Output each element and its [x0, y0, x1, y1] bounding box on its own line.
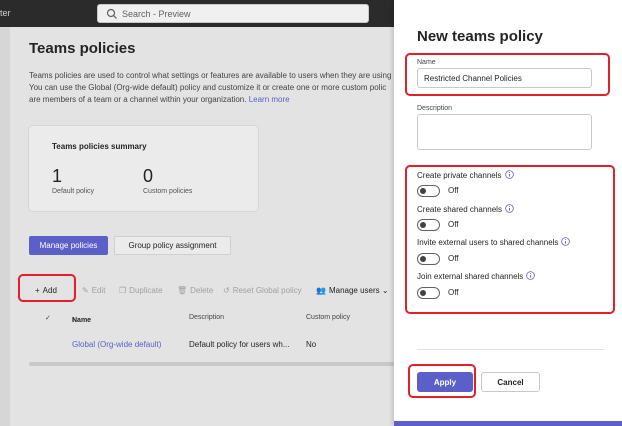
description-line: You can use the Global (Org-wide default… [29, 83, 387, 92]
sort-icon: ↑ [72, 317, 76, 324]
private-channels-label: Create private channels [417, 171, 502, 180]
toggle-knob [420, 188, 426, 194]
add-label: Add [42, 286, 57, 295]
edit-icon: ✎ [82, 286, 89, 295]
new-policy-panel: New teams policy Name Description Create… [394, 0, 622, 426]
tab-manage-policies[interactable]: Manage policies [29, 236, 108, 255]
toggle-state: Off [448, 254, 459, 263]
toggle-state: Off [448, 220, 459, 229]
info-icon[interactable] [526, 271, 536, 280]
toggle-knob [420, 290, 426, 296]
toggle-knob [420, 256, 426, 262]
table-header: ✓ Name ↑ Description Custom policy [29, 311, 394, 327]
teams-policies-page: Teams policies Teams policies are used t… [10, 27, 394, 426]
policy-custom-flag: No [306, 340, 317, 349]
add-icon: + [35, 286, 40, 295]
toggle-label-private-channels: Create private channels [417, 170, 514, 180]
summary-card: Teams policies summary 1 Default policy … [29, 126, 258, 211]
default-policy-label: Default policy [52, 188, 95, 195]
add-button[interactable]: + Add [35, 283, 57, 299]
shared-channels-label: Create shared channels [417, 205, 502, 214]
info-icon[interactable] [505, 204, 514, 213]
create-shared-channels-toggle[interactable] [417, 219, 440, 231]
table-row[interactable]: Global (Org-wide default) Default policy… [29, 336, 394, 356]
policy-description-field[interactable] [417, 114, 592, 150]
name-field-label: Name [417, 59, 436, 66]
learn-more-link[interactable]: Learn more [249, 95, 290, 104]
check-icon[interactable]: ✓ [45, 314, 51, 322]
duplicate-button[interactable]: ❐ Duplicate [119, 283, 163, 299]
footer-divider [417, 349, 604, 350]
edit-button[interactable]: ✎ Edit [82, 283, 106, 299]
description-text: are members of a team or a channel withi… [29, 95, 247, 104]
panel-footer-bar [394, 421, 622, 426]
manage-users-icon: 👥 [316, 286, 326, 295]
duplicate-label: Duplicate [129, 286, 163, 295]
app-name: ter [0, 8, 11, 18]
duplicate-icon: ❐ [119, 286, 127, 295]
reset-label: Reset Global policy [232, 286, 302, 295]
edit-label: Edit [91, 286, 106, 295]
default-policy-stat: 1 Default policy [52, 166, 94, 195]
search-placeholder: Search - Preview [122, 9, 191, 19]
invite-external-users-label: Invite external users to shared channels [417, 238, 559, 247]
toggle-knob [420, 222, 426, 228]
page-title: Teams policies [29, 40, 136, 57]
column-header-description: Description [189, 314, 225, 321]
reset-icon: ↺ [223, 286, 230, 295]
panel-title: New teams policy [417, 28, 543, 45]
column-header-custom-policy: Custom policy [306, 314, 350, 321]
description-field-label: Description [417, 105, 453, 112]
description-line: Teams policies are used to control what … [29, 71, 392, 80]
apply-button[interactable]: Apply [417, 372, 473, 392]
invite-external-users-toggle[interactable] [417, 253, 440, 265]
search-icon [106, 8, 117, 19]
default-policy-count: 1 [52, 166, 63, 186]
left-rail [0, 27, 10, 426]
policy-name-link[interactable]: Global (Org-wide default) [72, 340, 161, 349]
search-box[interactable]: Search - Preview [97, 4, 369, 23]
info-icon[interactable] [504, 170, 514, 179]
policy-toolbar: + Add ✎ Edit ❐ Duplicate 🗑 Delete ↺ Reset Glo… [29, 283, 394, 299]
toggle-state: Off [448, 186, 459, 195]
chevron-down-icon: ⌄ [381, 286, 389, 295]
delete-label: Delete [190, 286, 214, 295]
toggle-label-invite-external-users: Invite external users to shared channels [417, 237, 571, 247]
toggle-label-join-external-channels: Join external shared channels [417, 271, 536, 281]
toggle-label-shared-channels: Create shared channels [417, 204, 514, 214]
horizontal-scrollbar[interactable] [29, 362, 394, 366]
tab-group-policy-assignment[interactable]: Group policy assignment [114, 236, 231, 255]
join-external-channels-label: Join external shared channels [417, 272, 524, 281]
join-external-channels-toggle[interactable] [417, 287, 440, 299]
manage-users-button[interactable]: 👥 Manage users ⌄ [316, 283, 389, 299]
create-private-channels-toggle[interactable] [417, 185, 440, 197]
cancel-button[interactable]: Cancel [481, 372, 540, 392]
policy-description: Default policy for users wh... [189, 340, 290, 349]
custom-policy-label: Custom policies [143, 188, 193, 195]
delete-icon: 🗑 [177, 286, 188, 295]
toggle-state: Off [448, 288, 459, 297]
info-icon[interactable] [561, 237, 571, 246]
delete-button[interactable]: 🗑 Delete [177, 283, 213, 299]
reset-global-policy-button[interactable]: ↺ Reset Global policy [223, 283, 302, 299]
policy-name-field[interactable] [417, 68, 592, 88]
custom-policy-stat: 0 Custom policies [143, 166, 192, 195]
description-line: are members of a team or a channel withi… [29, 94, 399, 106]
summary-title: Teams policies summary [52, 142, 147, 151]
page-description: Teams policies are used to control what … [29, 70, 399, 106]
custom-policy-count: 0 [143, 166, 154, 186]
manage-users-label: Manage users [328, 286, 380, 295]
